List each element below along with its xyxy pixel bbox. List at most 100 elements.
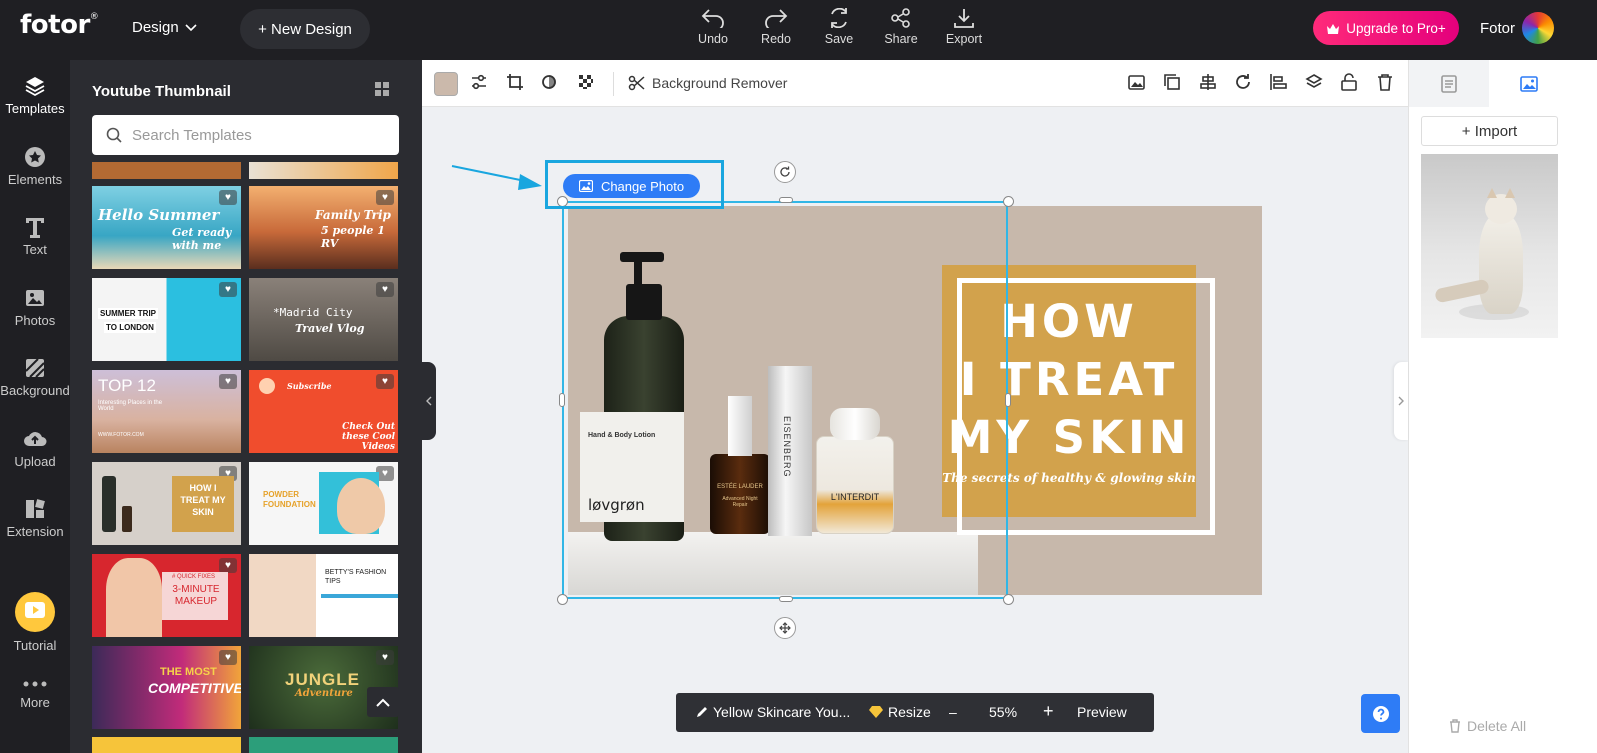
import-button[interactable]: + Import xyxy=(1421,116,1558,146)
favorite-icon[interactable]: ♥ xyxy=(376,282,394,297)
delete-button[interactable] xyxy=(1376,73,1394,96)
design-title[interactable]: Yellow Skincare You... xyxy=(713,704,850,720)
nav-upload[interactable]: Upload xyxy=(0,428,70,469)
resize-handle-bottom[interactable] xyxy=(779,596,793,602)
nav-text[interactable]: Text xyxy=(0,216,70,257)
resize-handle-right[interactable] xyxy=(1005,393,1011,407)
move-handle[interactable] xyxy=(774,617,796,639)
scroll-to-top-button[interactable] xyxy=(367,687,399,717)
mask-button[interactable] xyxy=(541,73,559,96)
favorite-icon[interactable]: ♥ xyxy=(219,282,237,297)
template-thumb[interactable]: ♥ THE MOST COMPETITIVE xyxy=(92,646,241,729)
resize-handle-tr[interactable] xyxy=(1003,196,1014,207)
undo-button[interactable]: Undo xyxy=(683,8,743,46)
nav-photos[interactable]: Photos xyxy=(0,287,70,328)
align-left-button[interactable] xyxy=(1269,73,1287,96)
template-thumb-partial[interactable] xyxy=(249,162,398,179)
template-thumb[interactable]: ♥ Subscribe Check Out these Cool Videos xyxy=(249,370,398,453)
resize-handle-top[interactable] xyxy=(779,197,793,203)
template-thumb[interactable]: ♥ POWDER FOUNDATION xyxy=(249,462,398,545)
nav-tutorial[interactable]: Tutorial xyxy=(0,592,70,653)
template-thumb[interactable]: ♥ TOP 12 Interesting Places in the World… xyxy=(92,370,241,453)
template-thumb[interactable]: ♥ HOW I TREAT MY SKIN xyxy=(92,462,241,545)
toolbar-divider xyxy=(613,72,614,96)
bottom-bar: Yellow Skincare You... Resize – 55% + Pr… xyxy=(676,693,1154,732)
redo-button[interactable]: Redo xyxy=(746,8,806,46)
layers-button[interactable] xyxy=(1305,73,1323,96)
change-photo-button[interactable]: Change Photo xyxy=(563,174,700,198)
tab-pages[interactable] xyxy=(1409,60,1489,107)
replace-image-button[interactable] xyxy=(1128,73,1146,96)
align-center-button[interactable] xyxy=(1199,73,1217,96)
avatar[interactable] xyxy=(1522,12,1554,44)
nav-background[interactable]: Background xyxy=(0,357,70,398)
thumb-title: HOW I TREAT MY SKIN xyxy=(180,483,226,517)
save-label: Save xyxy=(824,32,854,46)
help-button[interactable] xyxy=(1361,694,1400,733)
grid-view-icon[interactable] xyxy=(375,82,389,101)
template-thumb-partial[interactable] xyxy=(92,737,241,753)
nav-extension[interactable]: Extension xyxy=(0,498,70,539)
rotate-handle[interactable] xyxy=(774,161,796,183)
resize-handle-br[interactable] xyxy=(1003,594,1014,605)
duplicate-button[interactable] xyxy=(1163,73,1181,96)
favorite-icon[interactable]: ♥ xyxy=(376,650,394,665)
tab-images[interactable] xyxy=(1489,60,1569,107)
username[interactable]: Fotor xyxy=(1480,20,1515,37)
favorite-icon[interactable]: ♥ xyxy=(219,650,237,665)
collapse-panel-button[interactable] xyxy=(422,362,436,440)
zoom-out-button[interactable]: – xyxy=(949,704,957,720)
new-design-button[interactable]: + New Design xyxy=(240,9,370,49)
panel-title: Youtube Thumbnail xyxy=(92,83,231,100)
search-input[interactable] xyxy=(132,126,382,144)
favorite-icon[interactable]: ♥ xyxy=(219,558,237,573)
rotate-button[interactable] xyxy=(1234,73,1252,96)
template-thumb[interactable]: ♥ *Madrid City Travel Vlog xyxy=(249,278,398,361)
zoom-in-button[interactable]: + xyxy=(1043,701,1054,722)
chevron-down-icon xyxy=(185,23,197,31)
template-thumb-partial[interactable] xyxy=(92,162,241,179)
collapse-right-panel-button[interactable] xyxy=(1394,362,1408,440)
delete-all-button[interactable]: Delete All xyxy=(1449,718,1526,734)
resize-handle-bl[interactable] xyxy=(557,594,568,605)
favorite-icon[interactable]: ♥ xyxy=(219,374,237,389)
uploaded-image-thumb[interactable] xyxy=(1421,154,1558,338)
design-menu[interactable]: Design xyxy=(132,19,197,36)
save-icon xyxy=(831,8,847,28)
nav-templates[interactable]: Templates xyxy=(0,75,70,116)
color-swatch[interactable] xyxy=(434,72,458,96)
mask-icon xyxy=(542,75,556,89)
adjust-button[interactable] xyxy=(470,73,488,96)
thumb-title: JUNGLE xyxy=(285,670,360,689)
save-button[interactable]: Save xyxy=(809,8,869,46)
layers-icon xyxy=(1305,74,1323,88)
preview-button[interactable]: Preview xyxy=(1077,704,1127,720)
background-remover-button[interactable]: Background Remover xyxy=(628,75,787,91)
template-thumb-partial[interactable] xyxy=(249,737,398,753)
design-menu-label: Design xyxy=(132,19,179,36)
nav-more[interactable]: More xyxy=(0,677,70,710)
fotor-logo[interactable]: fotor® xyxy=(20,10,99,40)
canvas-toolbar: Background Remover xyxy=(422,60,1408,107)
nav-templates-label: Templates xyxy=(5,101,65,116)
upgrade-button[interactable]: Upgrade to Pro+ xyxy=(1313,11,1459,45)
transparency-button[interactable] xyxy=(577,73,595,96)
share-button[interactable]: Share xyxy=(871,8,931,46)
zoom-level[interactable]: 55% xyxy=(989,704,1017,720)
template-thumb[interactable]: ♥ Family Trip 5 people 1 RV xyxy=(249,186,398,269)
thumb-subtitle: Travel Vlog xyxy=(295,322,365,335)
template-thumb[interactable]: BETTY'S FASHION TIPS xyxy=(249,554,398,637)
template-thumb[interactable]: ♥ Hello Summer Get ready with me xyxy=(92,186,241,269)
lock-button[interactable] xyxy=(1340,73,1358,96)
template-search[interactable] xyxy=(92,115,399,155)
template-thumb[interactable]: ♥ # QUICK FIXES 3-MINUTE MAKEUP xyxy=(92,554,241,637)
resize-button[interactable]: Resize xyxy=(888,704,931,720)
favorite-icon[interactable]: ♥ xyxy=(376,190,394,205)
nav-elements[interactable]: Elements xyxy=(0,146,70,187)
export-button[interactable]: Export xyxy=(934,8,994,46)
favorite-icon[interactable]: ♥ xyxy=(376,374,394,389)
favorite-icon[interactable]: ♥ xyxy=(219,190,237,205)
template-thumb[interactable]: ♥ SUMMER TRIP TO LONDON xyxy=(92,278,241,361)
resize-handle-left[interactable] xyxy=(559,393,565,407)
crop-button[interactable] xyxy=(506,73,524,96)
